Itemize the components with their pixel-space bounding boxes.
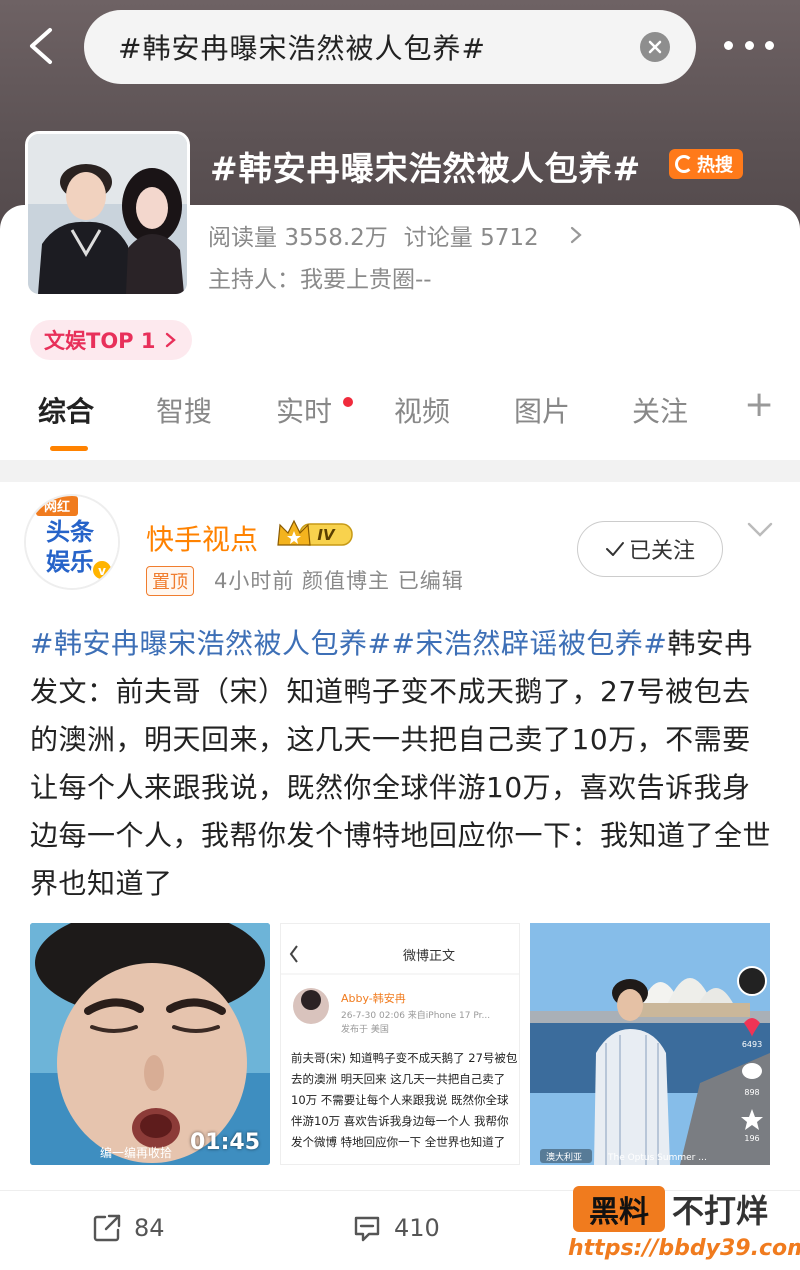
hashtag-link[interactable]: #宋浩然辟谣被包养# <box>391 627 667 660</box>
level-text: IV <box>317 526 336 544</box>
chevron-right-icon <box>570 226 582 244</box>
photo-image: 6493 898 196 澳大利亚 The Optus Summer ... <box>530 923 770 1165</box>
tab-smart-search[interactable]: 智搜 <box>156 390 212 430</box>
screenshot-title: 微博正文 <box>403 949 455 964</box>
topic-host: 主持人：我要上贵圈-- <box>208 267 432 293</box>
photo-music-tag: The Optus Summer ... <box>607 1153 707 1163</box>
topic-stats[interactable]: 阅读量 3558.2万 讨论量 5712 <box>208 218 583 252</box>
watermark-right: 不打烊 <box>672 1192 769 1230</box>
clear-search-button[interactable] <box>640 32 670 62</box>
discuss-stat: 讨论量 5712 <box>403 225 539 251</box>
post-video-thumbnail[interactable]: 编一编再收拾 01:45 <box>30 923 270 1165</box>
add-tab-button[interactable]: + <box>744 384 774 425</box>
watermark-url: https://bbdy39.com <box>568 1236 800 1261</box>
hot-search-badge[interactable]: 热搜 <box>669 149 743 179</box>
comment-icon <box>354 1216 380 1242</box>
hot-icon <box>675 155 693 173</box>
section-divider <box>0 460 800 482</box>
screenshot-text: 前夫哥(宋) 知道鸭子变不成天鹅了 27号被包去的澳洲 明天回来 这几天一共把自… <box>291 1051 518 1148</box>
avatar-logo-icon: 网红 头条 娱乐 v <box>26 496 118 588</box>
dot-icon <box>724 40 733 50</box>
checkmark-icon <box>605 542 624 556</box>
tab-all[interactable]: 综合 <box>38 390 94 430</box>
video-duration: 01:45 <box>189 1130 260 1155</box>
hot-label: 热搜 <box>697 155 733 176</box>
screenshot-image: 微博正文 Abby-韩安冉 26-7-30 02:06 来自iPhone 17 … <box>281 924 519 1164</box>
hashtag-link[interactable]: #韩安冉曝宋浩然被人包养# <box>30 627 391 660</box>
video-frame-icon: 编一编再收拾 <box>30 923 270 1165</box>
crown-level-icon: IV <box>277 519 353 546</box>
post-body: #韩安冉曝宋浩然被人包养##宋浩然辟谣被包养#韩安冉发文：前夫哥（宋）知道鸭子变… <box>30 620 774 908</box>
author-name[interactable]: 快手视点 <box>146 518 258 558</box>
screenshot-author: Abby-韩安冉 <box>341 991 406 1005</box>
reads-stat: 阅读量 3558.2万 <box>208 225 388 251</box>
author-avatar[interactable]: 网红 头条 娱乐 v <box>24 494 120 590</box>
video-caption: 编一编再收拾 <box>100 1145 172 1160</box>
close-icon <box>648 40 662 54</box>
new-content-dot <box>343 397 353 407</box>
search-query: #韩安冉曝宋浩然被人包养# <box>118 32 486 65</box>
photo-likes: 6493 <box>742 1040 762 1049</box>
repost-count: 84 <box>134 1214 165 1242</box>
post-text: 韩安冉发文：前夫哥（宋）知道鸭子变不成天鹅了，27号被包去的澳洲，明天回来，这几… <box>30 627 772 900</box>
dot-icon <box>744 40 754 50</box>
avatar-text-top: 头条 <box>46 518 95 546</box>
watermark-left: 黑料 <box>573 1186 665 1232</box>
post-image-photo[interactable]: 6493 898 196 澳大利亚 The Optus Summer ... <box>530 923 770 1165</box>
follow-button[interactable]: 已关注 <box>577 521 723 577</box>
screenshot-location: 发布于 美国 <box>341 1023 389 1035</box>
photo-location-tag: 澳大利亚 <box>546 1151 582 1163</box>
photo-comments: 898 <box>744 1088 759 1097</box>
pinned-badge: 置顶 <box>146 566 194 596</box>
dot-icon <box>765 40 774 50</box>
search-input[interactable]: #韩安冉曝宋浩然被人包养# <box>84 10 696 84</box>
avatar-text-bottom: 娱乐 <box>46 548 94 576</box>
repost-button[interactable]: 84 <box>92 1213 165 1243</box>
chevron-down-icon[interactable] <box>746 520 774 540</box>
avatar-badge-text: 网红 <box>44 499 70 515</box>
chevron-right-icon <box>165 332 176 348</box>
tab-realtime[interactable]: 实时 <box>276 390 332 430</box>
post-image-screenshot[interactable]: 微博正文 Abby-韩安冉 26-7-30 02:06 来自iPhone 17 … <box>280 923 520 1165</box>
comment-button[interactable]: 410 <box>352 1213 440 1243</box>
topic-title: #韩安冉曝宋浩然被人包养# <box>210 149 642 188</box>
topic-cover-image[interactable] <box>25 131 190 297</box>
svg-text:v: v <box>98 564 106 578</box>
share-icon <box>93 1214 121 1242</box>
cover-photo-icon <box>28 134 187 294</box>
watermark-logo: 黑料 不打烊 https://bbdy39.com <box>568 1180 800 1270</box>
back-button[interactable] <box>18 22 62 70</box>
back-arrow-icon <box>30 28 52 64</box>
active-tab-indicator <box>50 446 88 451</box>
tab-bar: 综合 智搜 实时 视频 图片 关注 + <box>0 384 800 451</box>
tab-following[interactable]: 关注 <box>632 390 688 430</box>
post-meta: 4小时前 颜值博主 已编辑 <box>214 569 464 593</box>
tab-pictures[interactable]: 图片 <box>514 390 570 430</box>
tab-video[interactable]: 视频 <box>394 390 450 430</box>
comment-count: 410 <box>394 1214 440 1242</box>
screenshot-meta: 26-7-30 02:06 来自iPhone 17 Pr... <box>341 1009 490 1021</box>
more-options-button[interactable] <box>724 30 774 60</box>
photo-favorites: 196 <box>744 1134 759 1143</box>
rank-badge[interactable]: 文娱TOP 1 <box>30 320 192 360</box>
